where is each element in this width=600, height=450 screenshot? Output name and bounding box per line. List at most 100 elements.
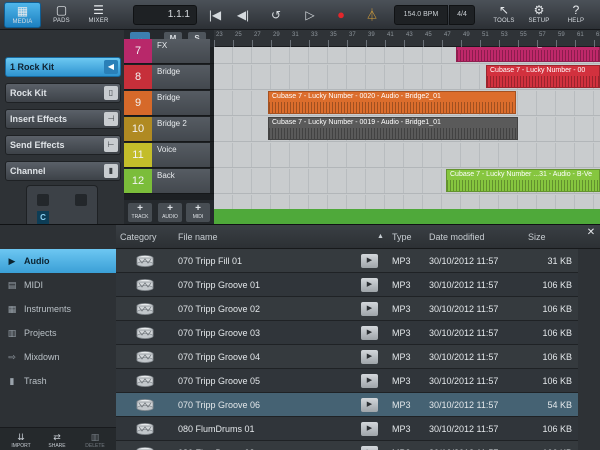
file-row[interactable]: 070 Tripp Fill 01 ▶ MP3 30/10/2012 11:57 31 … <box>116 249 578 273</box>
ruler-tick-label: 23 <box>216 32 223 38</box>
channel-knob-right[interactable] <box>75 194 87 206</box>
rewind-button[interactable]: ◀| <box>232 4 254 26</box>
track-header[interactable]: 7 FX <box>124 39 214 64</box>
channel-knob-left[interactable] <box>37 194 49 206</box>
ruler-tick-label: 33 <box>311 32 318 38</box>
file-type: MP3 <box>392 400 411 410</box>
category-audio[interactable]: ▶ Audio <box>0 249 116 273</box>
column-type[interactable]: Type <box>392 225 412 249</box>
media-button[interactable]: ▦ MEDIA <box>4 2 41 28</box>
tempo-display[interactable]: 154.0 BPM <box>394 5 448 25</box>
audio-event[interactable]: Cubase 7 - Lu...GuitarFX_01 <box>456 47 600 62</box>
close-media-bay-icon[interactable]: ✕ <box>584 226 598 240</box>
audio-event[interactable]: Cubase 7 - Lucky Number - 00 <box>486 65 600 88</box>
track-header[interactable]: 8 Bridge <box>124 65 214 90</box>
channel-row[interactable]: Channel ▮ <box>5 161 121 181</box>
add-audio-button[interactable]: + AUDIO <box>158 203 182 222</box>
channel-badge: C <box>37 211 49 225</box>
preview-play-button[interactable]: ▶ <box>361 326 378 340</box>
collapse-icon[interactable]: ◀ <box>104 60 118 74</box>
audio-event[interactable]: Cubase 7 - Lucky Number ...31 - Audio - … <box>446 169 600 192</box>
column-modified[interactable]: Date modified <box>429 225 485 249</box>
play-icon: ▶ <box>366 353 373 360</box>
cycle-button[interactable]: ↺ <box>265 4 287 26</box>
help-button[interactable]: ? HELP <box>560 2 592 28</box>
track-header[interactable]: 11 Voice <box>124 143 214 168</box>
column-category[interactable]: Category <box>120 225 157 249</box>
file-row[interactable]: 070 Tripp Groove 06 ▶ MP3 30/10/2012 11:57 5… <box>116 393 578 417</box>
file-row[interactable]: 070 Tripp Groove 02 ▶ MP3 30/10/2012 11:57 1… <box>116 297 578 321</box>
add-midi-button[interactable]: + MIDI <box>186 203 210 222</box>
file-row[interactable]: 070 Tripp Groove 05 ▶ MP3 30/10/2012 11:57 1… <box>116 369 578 393</box>
track-header[interactable]: 10 Bridge 2 <box>124 117 214 142</box>
audio-event[interactable]: Cubase 7 - Lucky Number - 0019 - Audio -… <box>268 117 518 140</box>
ruler-tick-label: 35 <box>330 32 337 38</box>
preview-play-button[interactable]: ▶ <box>361 398 378 412</box>
ruler-tick-mark <box>252 40 253 47</box>
delete-label: DELETE <box>85 443 105 449</box>
position-display[interactable]: 1.1.1 <box>133 5 197 25</box>
timeline-ruler[interactable]: 23 25 27 29 31 33 35 37 39 41 43 45 47 49 51 53 55 57 59 61… <box>214 30 600 47</box>
share-label: SHARE <box>48 443 66 449</box>
audio-event[interactable]: Cubase 7 - Lucky Number - 0020 - Audio -… <box>268 91 516 114</box>
delete-button[interactable]: ▥ DELETE <box>80 431 110 450</box>
preview-play-button[interactable]: ▶ <box>361 446 378 450</box>
selected-track-header[interactable]: 1 Rock Kit ◀ <box>5 57 121 77</box>
track-add-bar: + TRACK + AUDIO + MIDI <box>124 200 214 224</box>
file-list-scrollbar[interactable] <box>578 249 600 450</box>
metronome-button[interactable]: ⏃ <box>361 4 383 26</box>
send-effects-row[interactable]: Send Effects ⊢ <box>5 135 121 155</box>
audio-event-partial[interactable] <box>214 209 600 224</box>
file-size: 106 KB <box>542 304 572 314</box>
setup-button[interactable]: ⚙ SETUP <box>523 2 555 28</box>
category-instruments[interactable]: ▦ Instruments <box>0 297 116 321</box>
file-row[interactable]: 080 FlumDrums 01 ▶ MP3 30/10/2012 11:57 106 … <box>116 417 578 441</box>
file-row[interactable]: 070 Tripp Groove 03 ▶ MP3 30/10/2012 11:57 1… <box>116 321 578 345</box>
pads-icon: ▢ <box>55 3 68 17</box>
share-button[interactable]: ⇄ SHARE <box>42 431 72 450</box>
rockkit-instrument-row[interactable]: Rock Kit ▯ <box>5 83 121 103</box>
insert-effects-row[interactable]: Insert Effects ⊣ <box>5 109 121 129</box>
track-header[interactable]: 12 Back <box>124 169 214 194</box>
column-filename[interactable]: File name <box>178 225 218 249</box>
track-header[interactable]: 9 Bridge <box>124 91 214 116</box>
tools-button[interactable]: ↖ TOOLS <box>488 2 520 28</box>
file-size: 106 KB <box>542 376 572 386</box>
send-effects-label: Send Effects <box>10 140 65 150</box>
play-icon: ▶ <box>366 377 373 384</box>
ruler-tick-mark <box>423 40 424 47</box>
category-projects[interactable]: ▥ Projects <box>0 321 116 345</box>
ruler-tick-mark <box>328 40 329 47</box>
track-number: 9 <box>124 91 152 115</box>
category-trash[interactable]: ▮ Trash <box>0 369 116 393</box>
ruler-tick-mark <box>214 40 215 47</box>
tools-label: TOOLS <box>493 18 515 24</box>
category-midi[interactable]: ▤ MIDI <box>0 273 116 297</box>
file-type: MP3 <box>392 441 411 450</box>
track-number: 10 <box>124 117 152 141</box>
file-row[interactable]: 070 Tripp Groove 04 ▶ MP3 30/10/2012 11:57 1… <box>116 345 578 369</box>
preview-play-button[interactable]: ▶ <box>361 422 378 436</box>
file-date: 30/10/2012 11:57 <box>429 352 499 362</box>
add-track-button[interactable]: + TRACK <box>128 203 152 222</box>
preview-play-button[interactable]: ▶ <box>361 254 378 268</box>
projects-icon: ▥ <box>7 328 17 338</box>
mixer-button[interactable]: ☰ MIXER <box>81 2 116 28</box>
track-lane[interactable] <box>214 143 600 168</box>
import-button[interactable]: ⇊ IMPORT <box>6 431 36 450</box>
pads-button[interactable]: ▢ PADS <box>44 2 79 28</box>
column-size[interactable]: Size <box>528 225 546 249</box>
file-row[interactable]: 070 Tripp Groove 01 ▶ MP3 30/10/2012 11:57 1… <box>116 273 578 297</box>
preview-play-button[interactable]: ▶ <box>361 350 378 364</box>
category-mixdown[interactable]: ⇨ Mixdown <box>0 345 116 369</box>
preview-play-button[interactable]: ▶ <box>361 278 378 292</box>
record-button[interactable]: ● <box>330 4 352 26</box>
preview-play-button[interactable]: ▶ <box>361 302 378 316</box>
preview-play-button[interactable]: ▶ <box>361 374 378 388</box>
signature-display[interactable]: 4/4 <box>449 5 475 25</box>
go-to-start-button[interactable]: |◀ <box>204 4 226 26</box>
play-button[interactable]: ▷ <box>299 4 321 26</box>
sort-up-icon[interactable]: ▲ <box>377 225 384 249</box>
file-row[interactable]: 080 FlumDrums 02 ▶ MP3 30/10/2012 11:57 106 … <box>116 441 578 450</box>
arrange-window[interactable]: Cubase 7 - Lu...GuitarFX_01 Cubase 7 - Lu… <box>214 47 600 224</box>
